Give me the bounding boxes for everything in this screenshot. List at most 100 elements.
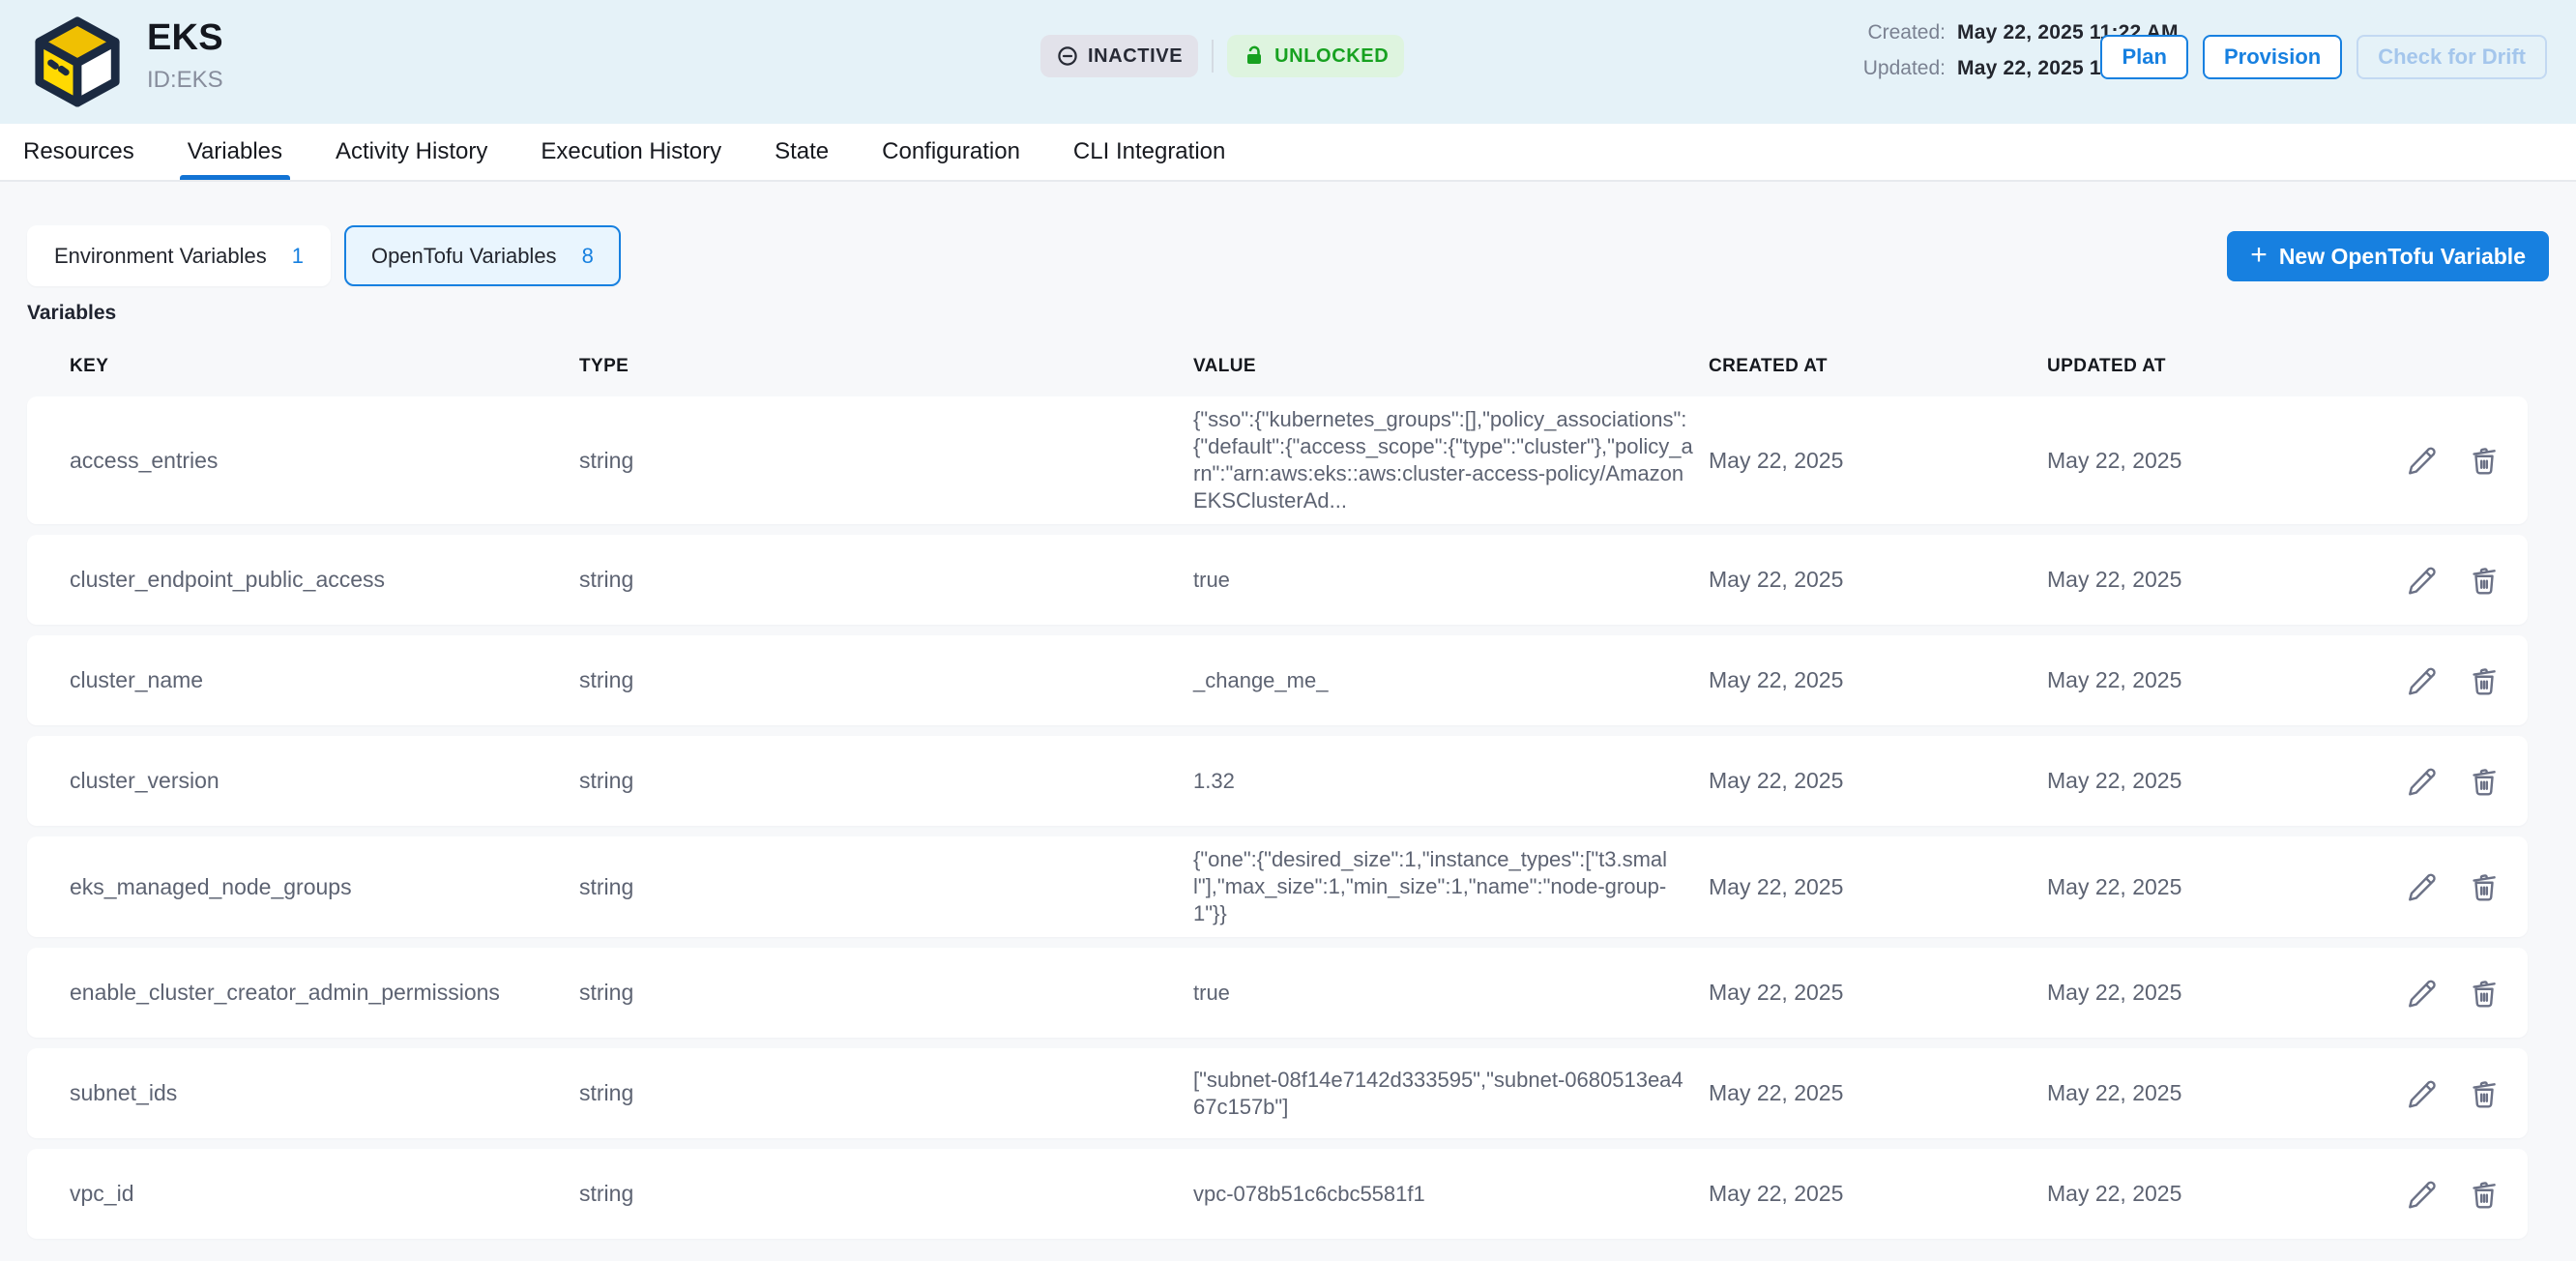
variable-value: true [1193,980,1709,1007]
variable-created-at: May 22, 2025 [1709,768,2047,794]
variables-table: KEY TYPE VALUE CREATED AT UPDATED AT acc… [27,329,2528,1239]
column-header-type: TYPE [579,356,1193,377]
table-row: subnet_ids string ["subnet-08f14e7142d33… [27,1048,2528,1138]
column-header-actions [2366,356,2528,377]
circle-minus-icon [1056,44,1079,68]
delete-variable-button[interactable] [2468,1077,2501,1110]
variable-key: eks_managed_node_groups [27,874,579,900]
column-header-value: VALUE [1193,356,1709,377]
variable-value: {"one":{"desired_size":1,"instance_types… [1193,846,1709,927]
variable-type: string [579,980,1193,1006]
pencil-icon [2406,1077,2439,1110]
pencil-icon [2406,870,2439,903]
workspace-id: ID:EKS [147,67,223,94]
edit-variable-button[interactable] [2406,1077,2439,1110]
check-for-drift-button[interactable]: Check for Drift [2356,35,2547,79]
variable-type-toggles: Environment Variables 1 OpenTofu Variabl… [27,225,2549,286]
variable-type: string [579,1181,1193,1207]
trash-icon [2468,765,2501,798]
tab-execution-history[interactable]: Execution History [541,124,721,180]
variable-type: string [579,1080,1193,1106]
filter-row: Environment Variables 1 OpenTofu Variabl… [27,225,2549,286]
variable-type: string [579,768,1193,794]
tab-variables[interactable]: Variables [188,124,282,180]
opentofu-variables-toggle[interactable]: OpenTofu Variables 8 [344,225,621,286]
edit-variable-button[interactable] [2406,664,2439,697]
variable-value: true [1193,567,1709,594]
column-header-key: KEY [27,356,579,377]
variable-created-at: May 22, 2025 [1709,980,2047,1006]
edit-variable-button[interactable] [2406,977,2439,1010]
pencil-icon [2406,765,2439,798]
variable-created-at: May 22, 2025 [1709,567,2047,593]
delete-variable-button[interactable] [2468,664,2501,697]
variables-page: Environment Variables 1 OpenTofu Variabl… [0,182,2576,1239]
variable-updated-at: May 22, 2025 [2047,1080,2366,1106]
workspace-tabs: Resources Variables Activity History Exe… [0,124,2576,182]
tab-cli-integration[interactable]: CLI Integration [1073,124,1225,180]
column-header-updated-at: UPDATED AT [2047,356,2366,377]
table-row: access_entries string {"sso":{"kubernete… [27,396,2528,524]
new-variable-label: New OpenTofu Variable [2279,244,2526,270]
variable-updated-at: May 22, 2025 [2047,667,2366,693]
pencil-icon [2406,664,2439,697]
unlock-icon [1243,44,1266,68]
toggle-label: OpenTofu Variables [371,244,557,269]
tab-configuration[interactable]: Configuration [882,124,1020,180]
variable-value: ["subnet-08f14e7142d333595","subnet-0680… [1193,1067,1709,1121]
variable-type: string [579,874,1193,900]
variable-updated-at: May 22, 2025 [2047,1181,2366,1207]
status-badge-label: INACTIVE [1088,45,1183,68]
variable-created-at: May 22, 2025 [1709,874,2047,900]
new-opentofu-variable-button[interactable]: + New OpenTofu Variable [2227,231,2549,281]
variable-type: string [579,667,1193,693]
trash-icon [2468,444,2501,477]
variable-updated-at: May 22, 2025 [2047,567,2366,593]
variable-value: vpc-078b51c6cbc5581f1 [1193,1181,1709,1208]
variable-created-at: May 22, 2025 [1709,1181,2047,1207]
variable-key: cluster_name [27,667,579,693]
edit-variable-button[interactable] [2406,1178,2439,1211]
delete-variable-button[interactable] [2468,977,2501,1010]
provision-button[interactable]: Provision [2203,35,2342,79]
edit-variable-button[interactable] [2406,444,2439,477]
trash-icon [2468,1077,2501,1110]
status-badge-unlocked: UNLOCKED [1227,35,1404,77]
trash-icon [2468,664,2501,697]
variable-updated-at: May 22, 2025 [2047,448,2366,474]
variable-type: string [579,567,1193,593]
plus-icon: + [2250,241,2268,270]
table-row: eks_managed_node_groups string {"one":{"… [27,836,2528,937]
edit-variable-button[interactable] [2406,870,2439,903]
edit-variable-button[interactable] [2406,765,2439,798]
tab-activity-history[interactable]: Activity History [336,124,487,180]
toggle-count: 1 [292,244,304,269]
delete-variable-button[interactable] [2468,1178,2501,1211]
table-row: vpc_id string vpc-078b51c6cbc5581f1 May … [27,1149,2528,1239]
tab-resources[interactable]: Resources [23,124,134,180]
workspace-header: EKS ID:EKS INACTIVE UNLOCKED Created: Ma… [0,0,2576,124]
table-row: enable_cluster_creator_admin_permissions… [27,948,2528,1038]
section-title: Variables [27,302,2549,325]
trash-icon [2468,564,2501,597]
variable-value: {"sso":{"kubernetes_groups":[],"policy_a… [1193,406,1709,514]
variable-key: subnet_ids [27,1080,579,1106]
pencil-icon [2406,444,2439,477]
variable-updated-at: May 22, 2025 [2047,980,2366,1006]
table-row: cluster_endpoint_public_access string tr… [27,535,2528,625]
plan-button[interactable]: Plan [2100,35,2187,79]
tab-state[interactable]: State [775,124,829,180]
pencil-icon [2406,564,2439,597]
table-header: KEY TYPE VALUE CREATED AT UPDATED AT [27,329,2528,396]
edit-variable-button[interactable] [2406,564,2439,597]
delete-variable-button[interactable] [2468,444,2501,477]
badge-divider [1212,40,1214,73]
updated-label: Updated: [1849,57,1946,80]
variable-key: enable_cluster_creator_admin_permissions [27,980,579,1006]
environment-variables-toggle[interactable]: Environment Variables 1 [27,225,331,286]
delete-variable-button[interactable] [2468,765,2501,798]
variable-updated-at: May 22, 2025 [2047,874,2366,900]
delete-variable-button[interactable] [2468,564,2501,597]
variable-value: 1.32 [1193,768,1709,795]
delete-variable-button[interactable] [2468,870,2501,903]
